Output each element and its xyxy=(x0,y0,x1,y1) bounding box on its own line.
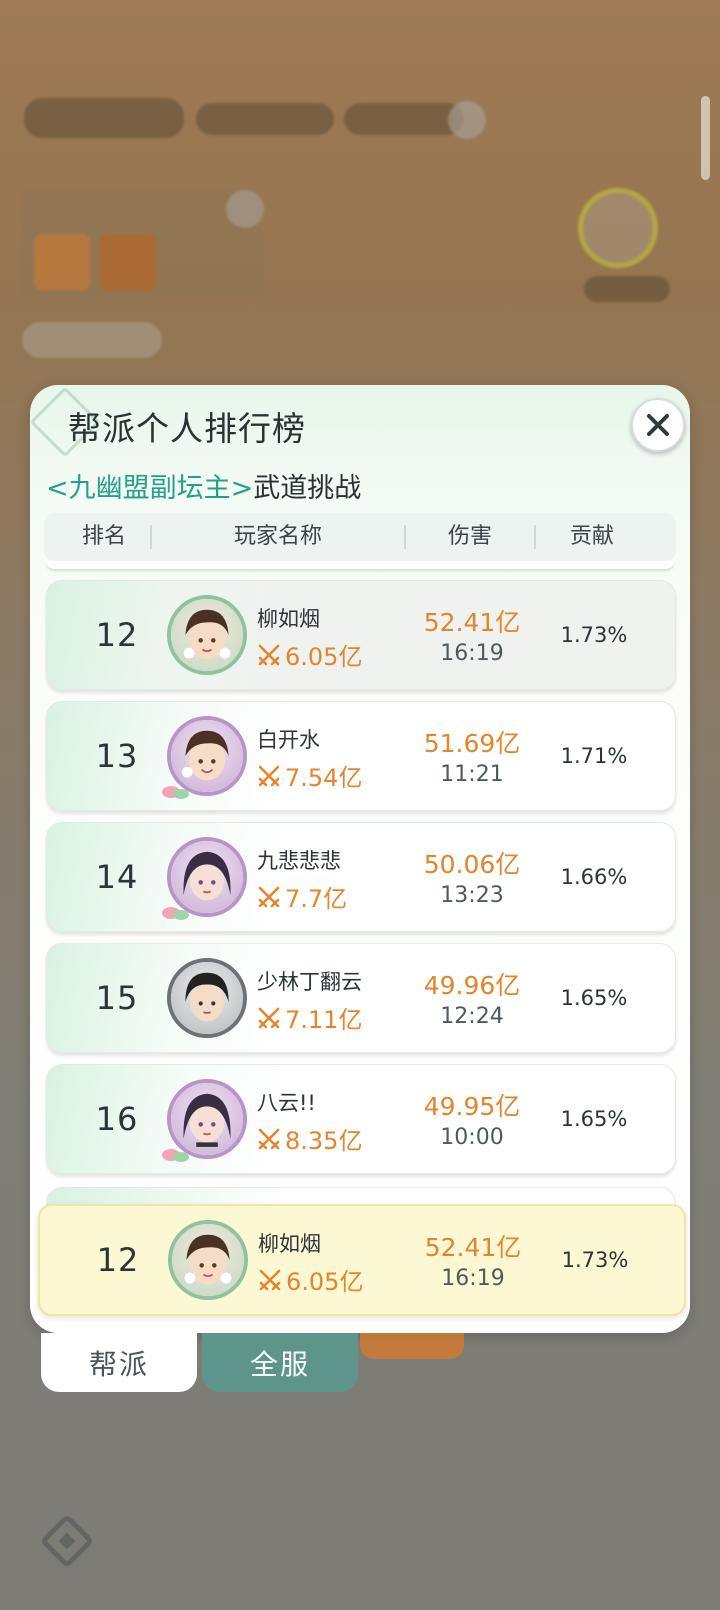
crossed-swords-icon xyxy=(258,886,280,907)
crossed-swords-icon xyxy=(258,644,280,665)
combat-power-value: 8.35亿 xyxy=(285,1127,363,1155)
close-button[interactable] xyxy=(631,398,685,452)
contribution-percent: 1.73% xyxy=(560,623,628,647)
combat-power-value: 7.7亿 xyxy=(285,885,348,913)
player-name: 少林丁翻云 xyxy=(257,970,362,994)
ranking-row[interactable]: 16 八云!! 8.35亿 49.95亿 10:00 1.65% xyxy=(46,1064,676,1174)
lotus-frame-icon xyxy=(162,907,189,920)
panel-title: 帮派个人排行榜 xyxy=(68,409,306,448)
damage-value: 52.41亿 xyxy=(423,608,521,637)
player-name: 九悲悲悲 xyxy=(257,849,341,873)
damage-value: 51.69亿 xyxy=(423,729,521,758)
combat-power: 7.11亿 xyxy=(257,1000,362,1035)
ranking-row[interactable]: 13 白开水 7.54亿 51.69亿 11:21 1.71% xyxy=(46,701,676,811)
column-contribution: 贡献 xyxy=(569,524,614,549)
contribution-percent: 1.65% xyxy=(560,1107,628,1131)
damage-time: 12:24 xyxy=(440,1004,504,1029)
list-item-partial xyxy=(46,561,674,569)
combat-power-value: 6.05亿 xyxy=(285,643,363,671)
column-rank: 排名 xyxy=(81,524,126,549)
damage-value: 49.95亿 xyxy=(423,1092,521,1121)
contribution-percent: 1.73% xyxy=(561,1248,629,1272)
player-name: 八云!! xyxy=(257,1091,316,1115)
diamond-menu-icon[interactable] xyxy=(38,1512,96,1570)
damage-time: 11:21 xyxy=(440,762,504,787)
challenge-name: 武道挑战 xyxy=(253,473,362,504)
player-name: 柳如烟 xyxy=(258,1232,321,1256)
damage-time: 16:19 xyxy=(441,1266,505,1291)
damage-time: 16:19 xyxy=(440,641,504,666)
avatar[interactable] xyxy=(167,958,247,1038)
damage-value: 52.41亿 xyxy=(424,1233,522,1262)
combat-power-value: 7.11亿 xyxy=(285,1006,363,1034)
combat-power: 6.05亿 xyxy=(257,637,362,672)
close-icon xyxy=(647,414,669,436)
avatar[interactable] xyxy=(167,595,247,675)
damage-value: 49.96亿 xyxy=(423,971,521,1000)
rank-number: 12 xyxy=(96,1241,140,1279)
crossed-swords-icon xyxy=(258,765,280,786)
crossed-swords-icon xyxy=(258,1128,280,1149)
combat-power: 7.7亿 xyxy=(257,879,347,914)
tab-guild[interactable]: 帮派 xyxy=(41,1333,197,1392)
damage-value: 50.06亿 xyxy=(423,850,521,879)
crossed-swords-icon xyxy=(259,1269,281,1290)
ranking-row[interactable]: 15 少林丁翻云 7.11亿 49.96亿 12:24 1.65% xyxy=(46,943,676,1053)
combat-power: 6.05亿 xyxy=(258,1262,363,1297)
my-ranking-row[interactable]: 12 柳如烟 6.05亿 52.41亿 16:19 1.73% xyxy=(38,1204,686,1316)
damage-time: 13:23 xyxy=(440,883,504,908)
rank-number: 13 xyxy=(95,737,139,775)
player-name: 白开水 xyxy=(257,728,320,752)
lotus-frame-icon xyxy=(162,1149,189,1162)
table-header: 排名 玩家名称 伤害 贡献 xyxy=(44,513,676,561)
page-scrollbar[interactable] xyxy=(701,96,710,180)
contribution-percent: 1.66% xyxy=(560,865,628,889)
column-damage: 伤害 xyxy=(447,524,492,549)
contribution-percent: 1.65% xyxy=(560,986,628,1010)
rank-number: 14 xyxy=(95,858,139,896)
avatar[interactable] xyxy=(168,1220,248,1300)
combat-power-value: 6.05亿 xyxy=(286,1268,364,1296)
guild-role: <九幽盟副坛主> xyxy=(46,473,254,504)
rank-number: 16 xyxy=(95,1100,139,1138)
challenge-subtitle: <九幽盟副坛主>武道挑战 xyxy=(46,466,361,505)
crossed-swords-icon xyxy=(258,1007,280,1028)
combat-power-value: 7.54亿 xyxy=(285,764,363,792)
player-name: 柳如烟 xyxy=(257,607,320,631)
ranking-row[interactable]: 14 九悲悲悲 7.7亿 50.06亿 13:23 1.66% xyxy=(46,822,676,932)
rank-number: 12 xyxy=(95,616,139,654)
column-player-name: 玩家名称 xyxy=(233,524,322,549)
lotus-frame-icon xyxy=(162,786,189,799)
damage-time: 10:00 xyxy=(440,1125,504,1150)
background-button-edge xyxy=(360,1333,464,1359)
combat-power: 7.54亿 xyxy=(257,758,362,793)
tab-server[interactable]: 全服 xyxy=(202,1333,358,1392)
combat-power: 8.35亿 xyxy=(257,1121,362,1156)
rank-number: 15 xyxy=(95,979,139,1017)
contribution-percent: 1.71% xyxy=(560,744,628,768)
ranking-row[interactable]: 12 柳如烟 6.05亿 52.41亿 16:19 1.73% xyxy=(46,580,676,690)
